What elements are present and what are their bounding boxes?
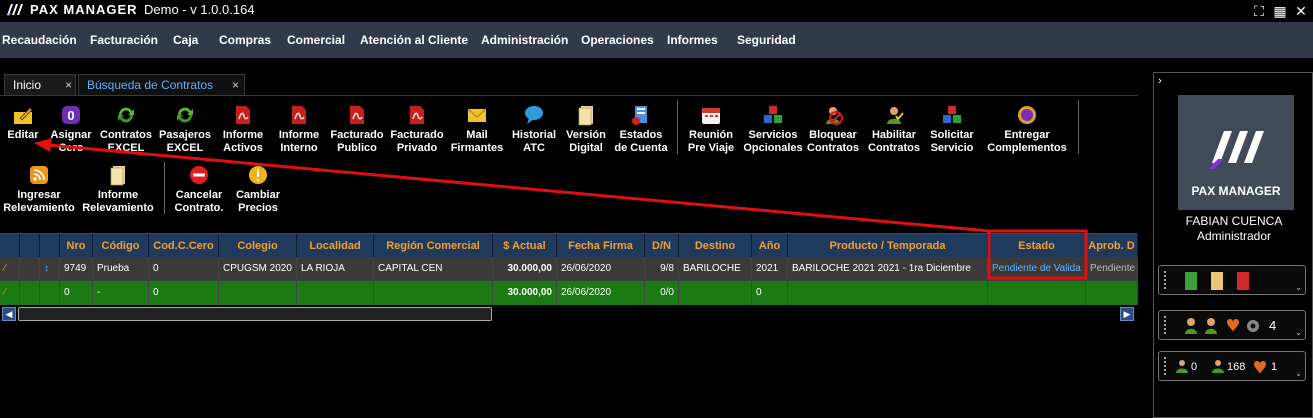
user-icon	[1176, 360, 1188, 373]
counter-value: 1	[1271, 361, 1278, 373]
annotation-arrow-head	[34, 138, 52, 152]
user-name: FABIAN CUENCA	[1185, 214, 1283, 228]
drag-handle-icon[interactable]	[1164, 316, 1168, 334]
sidebar-brand: PAX MANAGER	[1191, 184, 1280, 198]
expand-icon[interactable]: ⌄	[1295, 328, 1302, 337]
activity-summary-box[interactable]: 0 168 1 ⌄	[1158, 351, 1306, 381]
heart-icon	[1254, 361, 1266, 374]
user-role: Administrador	[1196, 229, 1272, 243]
annotation-arrow-line	[47, 143, 990, 233]
drag-handle-icon[interactable]	[1164, 357, 1168, 375]
drag-handle-icon[interactable]	[1164, 271, 1168, 289]
users-icons	[1185, 318, 1259, 334]
estado-highlight-box	[987, 229, 1088, 280]
collapse-sidebar-icon[interactable]: ›	[1158, 75, 1162, 87]
documents-icons	[1185, 272, 1249, 290]
expand-icon[interactable]: ⌄	[1295, 369, 1302, 378]
counter-value: 168	[1227, 361, 1246, 373]
users-counter: 4	[1269, 318, 1277, 333]
pax-logo-icon: PAX MANAGER	[1191, 131, 1281, 198]
company-logo: PAX MANAGER	[1178, 95, 1294, 210]
right-sidebar: › PAX MANAGER FABIAN CUENCA Administrado…	[1153, 72, 1313, 418]
expand-icon[interactable]: ⌄	[1295, 283, 1302, 292]
annotation-overlay	[34, 138, 1088, 280]
counter-value: 0	[1191, 361, 1198, 373]
quick-docs-box[interactable]: ⌄	[1158, 265, 1306, 295]
users-summary-box[interactable]: 4 ⌄	[1158, 310, 1306, 340]
users-icon	[1212, 360, 1224, 373]
